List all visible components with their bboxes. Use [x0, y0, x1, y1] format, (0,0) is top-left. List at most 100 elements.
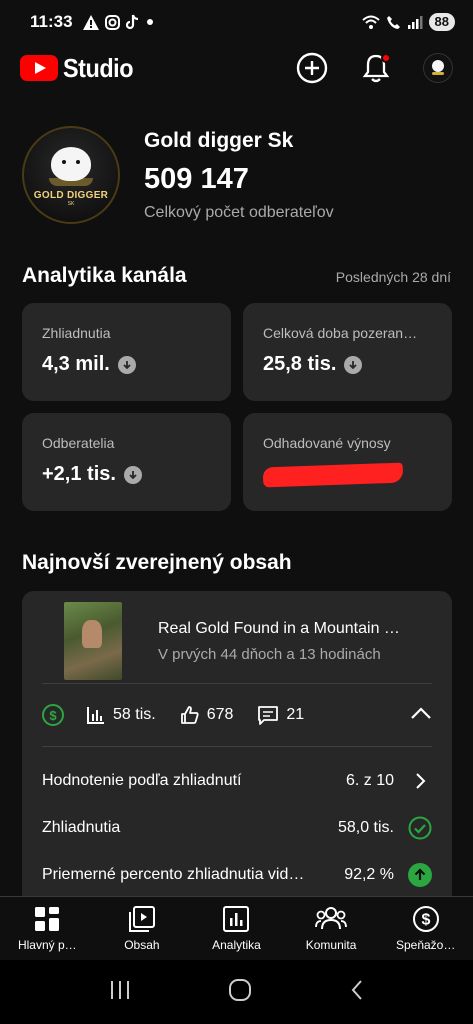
- channel-name: Gold digger Sk: [144, 128, 294, 152]
- youtube-logo-icon: [20, 55, 58, 81]
- status-time: 11:33: [30, 12, 73, 31]
- wifi-icon: [361, 15, 380, 29]
- channel-avatar[interactable]: GOLD DIGGER SK: [22, 126, 120, 224]
- subscriber-label: Celkový počet odberateľov: [144, 203, 334, 221]
- analytics-header: Analytika kanála Posledných 28 dní: [22, 264, 451, 288]
- nav-community[interactable]: Komunita: [284, 897, 379, 960]
- latest-content-header: Najnovší zverejnený obsah: [22, 551, 451, 575]
- nav-content[interactable]: Obsah: [95, 897, 190, 960]
- subscriber-count: 509 147: [144, 162, 249, 195]
- status-bar: 11:33 88: [0, 0, 473, 44]
- content-icon: [128, 906, 155, 932]
- views-card[interactable]: Zhliadnutia 4,3 mil.: [22, 303, 231, 401]
- warning-icon: [82, 14, 99, 30]
- channel-header: GOLD DIGGER SK Gold digger Sk 509 147 Ce…: [22, 126, 334, 224]
- latest-content-title: Najnovší zverejnený obsah: [22, 551, 292, 574]
- add-circle-icon: [296, 52, 328, 84]
- metric-views-value: 58,0 tis.: [337, 818, 394, 836]
- subscribers-card[interactable]: Odberatelia +2,1 tis.: [22, 413, 231, 511]
- bottom-navigation: Hlavný p… Obsah Analytika Komunita $ Spe…: [0, 896, 473, 960]
- trend-down-icon: [123, 465, 142, 484]
- community-icon: [315, 907, 347, 930]
- watch-time-card[interactable]: Celková doba pozeran… 25,8 tis.: [243, 303, 452, 401]
- views-stat: 58 tis.: [86, 705, 156, 725]
- likes-count: 678: [206, 706, 234, 723]
- chevron-up-icon: [411, 706, 431, 719]
- ranking-label: Hodnotenie podľa zhliadnutí: [42, 771, 242, 789]
- views-count: 58 tis.: [113, 706, 156, 723]
- analytics-period[interactable]: Posledných 28 dní: [336, 269, 451, 285]
- back-button[interactable]: [349, 978, 365, 1007]
- avatar-brand-subtext: SK: [67, 201, 75, 207]
- notifications-button[interactable]: [359, 51, 393, 85]
- create-button[interactable]: [295, 51, 329, 85]
- watch-time-label: Celková doba pozeran…: [263, 325, 418, 341]
- notification-badge: [381, 53, 391, 63]
- comments-stat: 21: [257, 705, 304, 725]
- metric-views-label: Zhliadnutia: [42, 818, 121, 836]
- arrow-up-circle-icon: [408, 862, 432, 887]
- dog-logo-icon: [51, 147, 91, 181]
- video-subtitle: V prvých 44 dňoch a 13 hodinách: [158, 645, 381, 663]
- bar-chart-icon: [87, 707, 104, 724]
- analytics-icon: [223, 906, 250, 932]
- account-avatar[interactable]: [423, 53, 453, 83]
- instagram-icon: [104, 14, 120, 30]
- redacted-revenue-mark: [262, 462, 404, 488]
- revenue-label: Odhadované výnosy: [263, 435, 391, 451]
- app-header: Studio: [0, 44, 473, 92]
- nav-earn[interactable]: $ Speňažo…: [378, 897, 473, 960]
- home-icon: [229, 978, 252, 1001]
- ranking-value: 6. z 10: [345, 771, 394, 789]
- nav-earn-label: Speňažo…: [395, 938, 456, 952]
- dot-icon: [146, 19, 153, 25]
- subscribers-label: Odberatelia: [42, 435, 115, 451]
- comments-count: 21: [286, 706, 305, 723]
- avg-percent-label: Priemerné percento zhliadnutia vid…: [42, 865, 305, 883]
- notification-icons: [82, 14, 154, 30]
- monetization-stat[interactable]: $: [42, 704, 64, 726]
- avg-percent-value: 92,2 %: [344, 865, 394, 883]
- views-value: 4,3 mil.: [42, 353, 110, 375]
- avatar-dog-icon: [432, 60, 444, 75]
- views-label: Zhliadnutia: [42, 325, 111, 341]
- nav-dashboard-label: Hlavný p…: [17, 938, 77, 952]
- metric-row-ranking[interactable]: Hodnotenie podľa zhliadnutí 6. z 10: [22, 757, 452, 804]
- dashboard-icon: [35, 907, 60, 931]
- monetized-dollar-icon: $: [42, 704, 64, 726]
- watch-time-value: 25,8 tis.: [263, 353, 337, 375]
- subscribers-value: +2,1 tis.: [42, 463, 116, 485]
- battery-indicator: 88: [428, 13, 455, 31]
- earn-icon: $: [412, 906, 439, 932]
- trend-down-icon: [344, 355, 363, 374]
- system-navigation-bar: [0, 960, 473, 1024]
- revenue-card[interactable]: Odhadované výnosy: [243, 413, 452, 511]
- svg-text:$: $: [421, 912, 430, 929]
- home-button[interactable]: [228, 978, 252, 1007]
- video-stats-row: $ 58 tis. 678 21: [22, 684, 452, 746]
- metric-row-avg-percent: Priemerné percento zhliadnutia vid… 92,2…: [22, 851, 452, 898]
- app-name: Studio: [63, 52, 134, 83]
- latest-video-row[interactable]: Real Gold Found in a Mountain … V prvých…: [22, 591, 452, 683]
- check-circle-icon: [408, 816, 432, 840]
- comment-icon: [258, 706, 279, 725]
- thumbs-up-icon: [180, 706, 199, 724]
- video-title: Real Gold Found in a Mountain …: [158, 619, 400, 637]
- analytics-title: Analytika kanála: [22, 264, 187, 287]
- nav-analytics[interactable]: Analytika: [189, 897, 284, 960]
- trend-down-icon: [117, 355, 136, 374]
- recent-apps-icon: [111, 980, 130, 999]
- chevron-right-icon: [408, 769, 432, 793]
- tiktok-icon: [125, 14, 138, 30]
- metric-row-views: Zhliadnutia 58,0 tis.: [22, 804, 452, 851]
- nav-analytics-label: Analytika: [212, 938, 261, 952]
- nav-dashboard[interactable]: Hlavný p…: [0, 897, 95, 960]
- call-icon: [386, 15, 400, 29]
- recent-apps-button[interactable]: [108, 979, 132, 1006]
- video-thumbnail[interactable]: [64, 602, 122, 680]
- nav-community-label: Komunita: [305, 938, 357, 952]
- back-icon: [351, 979, 362, 1000]
- likes-stat: 678: [180, 705, 234, 725]
- collapse-button[interactable]: [410, 706, 432, 725]
- studio-logo[interactable]: Studio: [20, 53, 141, 84]
